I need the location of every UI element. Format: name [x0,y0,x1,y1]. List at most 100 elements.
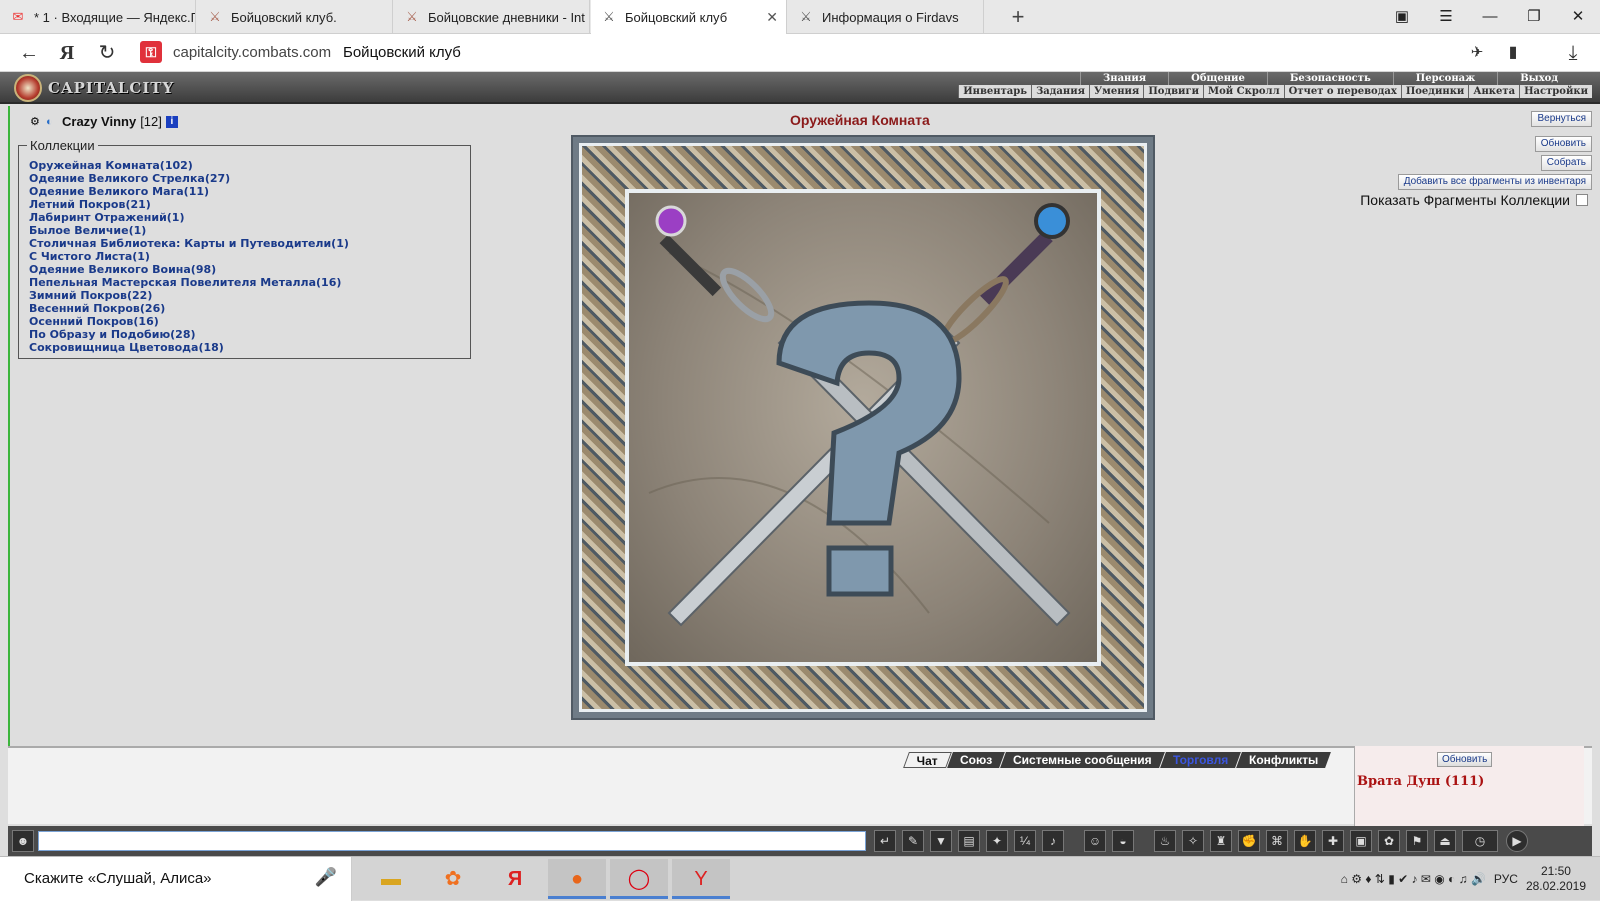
align-icon[interactable]: ◐ [46,116,58,128]
clock-timer-icon[interactable]: ◷ [1462,830,1498,852]
tab-system-messages[interactable]: Системные сообщения [1000,752,1165,768]
chest-icon[interactable]: ▣ [1350,830,1372,852]
menu-item[interactable]: Выход [1497,72,1580,85]
info-icon[interactable]: i [165,115,178,128]
eraser-icon[interactable]: ✎ [902,830,924,852]
tab-club[interactable]: ⚔ Бойцовский клуб. [197,0,393,34]
restore-icon[interactable]: ❐ [1512,0,1556,34]
collect-button[interactable]: Собрать [1540,155,1592,171]
tab-union[interactable]: Союз [947,752,1006,768]
menu-item[interactable]: Безопасность [1266,72,1393,85]
submenu-item[interactable]: Мой Скролл [1203,85,1284,98]
helmet-icon[interactable]: ◒ [1112,830,1134,852]
tab-conflicts[interactable]: Конфликты [1236,752,1332,768]
submenu-item[interactable]: Инвентарь [958,85,1031,98]
submenu-item[interactable]: Настройки [1519,85,1592,98]
show-fragments-toggle[interactable]: Показать Фрагменты Коллекции [1360,192,1588,208]
collection-link[interactable]: Весенний Покров(26) [29,302,349,315]
user-name[interactable]: Crazy Vinny [62,114,136,129]
tab-chat[interactable]: Чат [903,752,952,768]
flower-icon[interactable]: ✿ [1378,830,1400,852]
minimize-icon[interactable]: — [1468,0,1512,34]
submenu-item[interactable]: Задания [1031,85,1089,98]
bag-icon[interactable]: ♜ [1210,830,1232,852]
explorer-icon[interactable]: ▬ [362,859,420,899]
save-icon[interactable]: ▤ [958,830,980,852]
menu-item[interactable]: Общение [1168,72,1267,85]
new-tab-button[interactable]: + [1005,4,1031,30]
tab-trade[interactable]: Торговля [1159,752,1242,768]
collection-link[interactable]: Оружейная Комната(102) [29,159,349,172]
filter-icon[interactable]: ▼ [930,830,952,852]
room-refresh-button[interactable]: Обновить [1437,752,1493,767]
smiley-menu-icon[interactable]: ☻ [12,830,34,852]
menu-item[interactable]: Персонаж [1392,72,1497,85]
collection-link[interactable]: Летний Покров(21) [29,198,349,211]
game-logo[interactable]: CAPITALCITY [14,74,174,102]
url-field[interactable]: capitalcity.combats.com [173,44,331,61]
alice-search[interactable]: Скажите «Слушай, Алиса» 🎤 [0,857,352,901]
collection-link[interactable]: С Чистого Листа(1) [29,250,349,263]
tab-diaries[interactable]: ⚔ Бойцовские дневники - Int [394,0,590,34]
insecure-lock-icon[interactable]: ⚿ [140,41,162,63]
back-button[interactable]: Вернуться [1531,111,1592,127]
firefox-icon[interactable]: ● [548,859,606,899]
download-icon[interactable]: ⤓ [1560,40,1586,66]
send-icon[interactable]: ↵ [874,830,896,852]
scroll-icon[interactable]: ✧ [1182,830,1204,852]
collection-link[interactable]: Пепельная Мастерская Повелителя Металла(… [29,276,349,289]
submenu-item[interactable]: Анкета [1468,85,1519,98]
tab-firdavs[interactable]: ⚔ Информация о Firdavs [788,0,984,34]
yandex-app-icon[interactable]: Я [486,859,544,899]
run-icon[interactable]: ✦ [986,830,1008,852]
collection-link[interactable]: Сокровищница Цветовода(18) [29,341,349,354]
opera-icon[interactable]: ◯ [610,859,668,899]
collection-link[interactable]: Осенний Покров(16) [29,315,349,328]
chat-input[interactable] [38,831,866,851]
collection-link[interactable]: Былое Величие(1) [29,224,349,237]
collection-link[interactable]: Одеяние Великого Воина(98) [29,263,349,276]
bookmark-icon[interactable]: ▮ [1500,40,1526,66]
submenu-item[interactable]: Поединки [1400,85,1469,98]
yandex-icon[interactable]: Я [54,40,80,66]
language-indicator[interactable]: РУС [1494,872,1518,886]
clock[interactable]: 21:50 28.02.2019 [1526,864,1586,894]
add-all-fragments-button[interactable]: Добавить все фрагменты из инвентаря [1397,174,1592,190]
submenu-item[interactable]: Умения [1089,85,1143,98]
close-icon[interactable]: ✕ [766,9,778,26]
exit-icon[interactable]: ⏏ [1434,830,1456,852]
collection-link[interactable]: Одеяние Великого Стрелка(27) [29,172,349,185]
show-fragments-checkbox[interactable] [1576,194,1588,206]
bookmarks-icon[interactable]: ▣ [1380,0,1424,34]
reload-icon[interactable]: ↻ [94,40,120,66]
microphone-icon[interactable]: 🎤 [315,867,337,888]
menu-item[interactable]: Знания [1080,72,1168,85]
collection-link[interactable]: Зимний Покров(22) [29,289,349,302]
submenu-item[interactable]: Подвиги [1143,85,1203,98]
media-player-icon[interactable]: ✿ [424,859,482,899]
flag-icon[interactable]: ⚑ [1406,830,1428,852]
tab-combats-active[interactable]: ⚔ Бойцовский клуб ✕ [591,0,787,34]
smile-icon[interactable]: ☺ [1084,830,1106,852]
menu-icon[interactable]: ☰ [1424,0,1468,34]
glove-icon[interactable]: ✋ [1294,830,1316,852]
collection-link[interactable]: Столичная Библиотека: Карты и Путеводите… [29,237,349,250]
yandex-browser-icon[interactable]: Y [672,859,730,899]
fist-icon[interactable]: ✊ [1238,830,1260,852]
map-icon[interactable]: ⌘ [1266,830,1288,852]
clan-icon[interactable]: ⚙ [30,116,42,128]
collection-link[interactable]: По Образу и Подобию(28) [29,328,349,341]
room-name[interactable]: Врата Душ (111) [1357,774,1484,789]
sound-icon[interactable]: ♪ [1042,830,1064,852]
collection-link[interactable]: Одеяние Великого Мага(11) [29,185,349,198]
collection-link[interactable]: Лабиринт Отражений(1) [29,211,349,224]
submenu-item[interactable]: Отчет о переводах [1283,85,1401,98]
back-arrow-icon[interactable]: ← [16,40,42,66]
close-window-icon[interactable]: ✕ [1556,0,1600,34]
translit-icon[interactable]: ¼ [1014,830,1036,852]
refresh-button[interactable]: Обновить [1534,136,1592,152]
tray-icons[interactable]: ⌂ ⚙ ♦ ⇅ ▮ ✔ ♪ ✉ ◉ ◐ ♫ 🔊 [1341,872,1486,886]
potion-icon[interactable]: ♨ [1154,830,1176,852]
play-icon[interactable]: ▶ [1506,830,1528,852]
cross-icon[interactable]: ✚ [1322,830,1344,852]
